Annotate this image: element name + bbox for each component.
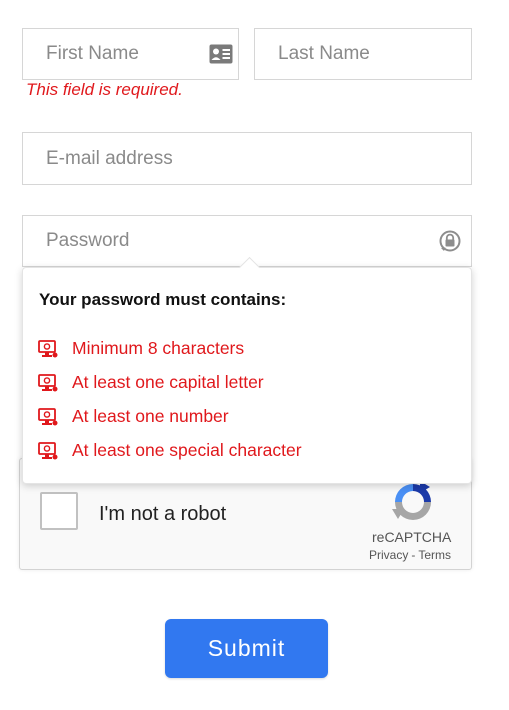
first-name-error: This field is required.: [26, 80, 183, 99]
password-rule-label: At least one number: [72, 406, 229, 426]
password-placeholder: Password: [46, 230, 130, 251]
password-rule-label: At least one special character: [72, 440, 302, 460]
email-field[interactable]: E-mail address: [22, 132, 472, 185]
last-name-field[interactable]: Last Name: [254, 28, 472, 80]
recaptcha-links: Privacy - Terms: [369, 548, 451, 562]
monitor-alert-icon: [38, 441, 58, 460]
recaptcha-brand: reCAPTCHA: [372, 529, 452, 545]
password-rule: At least one number: [38, 406, 229, 427]
recaptcha-label: I'm not a robot: [99, 503, 227, 525]
recaptcha-terms-link[interactable]: Terms: [418, 548, 451, 562]
password-requirements-popover: Your password must contains: Minimum 8 c…: [22, 256, 472, 484]
password-rule: Minimum 8 characters: [38, 338, 244, 359]
popover-title: Your password must contains:: [39, 290, 287, 309]
recaptcha-checkbox[interactable]: [40, 492, 78, 530]
submit-button[interactable]: Submit: [165, 619, 328, 678]
monitor-alert-icon: [38, 339, 58, 358]
password-rule: At least one special character: [38, 440, 302, 461]
password-rule-label: Minimum 8 characters: [72, 338, 245, 358]
email-placeholder: E-mail address: [46, 147, 173, 169]
last-name-placeholder: Last Name: [278, 43, 370, 64]
contact-card-icon: [209, 44, 233, 64]
lock-icon[interactable]: [439, 229, 461, 253]
recaptcha-link-separator: -: [411, 548, 416, 562]
password-rule: At least one capital letter: [38, 372, 264, 393]
monitor-alert-icon: [38, 373, 58, 392]
recaptcha-privacy-link[interactable]: Privacy: [369, 548, 408, 562]
first-name-placeholder: First Name: [46, 43, 139, 64]
password-rule-label: At least one capital letter: [72, 372, 264, 392]
monitor-alert-icon: [38, 407, 58, 426]
recaptcha-logo-icon: [390, 479, 436, 525]
first-name-field[interactable]: First Name: [22, 28, 239, 80]
